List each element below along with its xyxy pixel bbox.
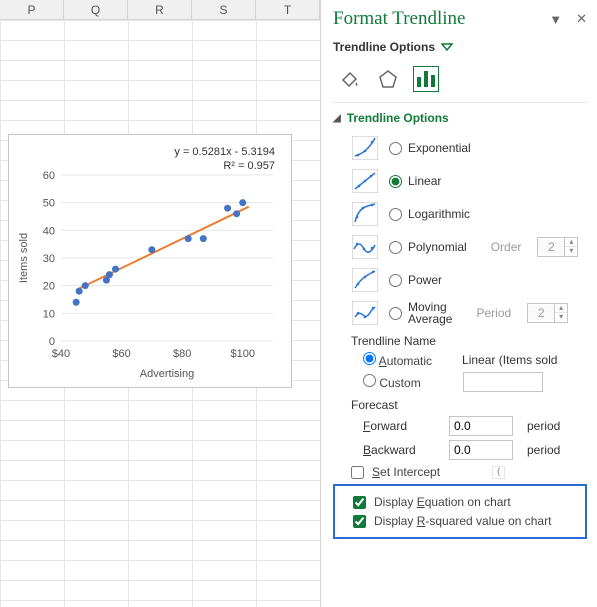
effects-icon[interactable] — [375, 66, 401, 92]
svg-text:$100: $100 — [230, 348, 254, 360]
fill-line-icon[interactable] — [337, 66, 363, 92]
automatic-name-value: Linear (Items sold — [462, 353, 557, 367]
svg-text:20: 20 — [43, 281, 55, 293]
logarithmic-radio[interactable]: Logarithmic — [389, 207, 470, 221]
svg-text:$60: $60 — [112, 348, 130, 360]
moving-average-icon — [351, 300, 379, 326]
grid-cells[interactable]: 0 10 20 30 40 50 60 $40 $60 $80 $100 Advertising Ite… — [0, 20, 320, 607]
svg-text:50: 50 — [43, 198, 55, 210]
polynomial-icon — [351, 234, 379, 260]
power-radio[interactable]: Power — [389, 273, 442, 287]
column-header[interactable]: Q — [64, 0, 128, 19]
forward-input[interactable] — [449, 416, 513, 436]
automatic-radio[interactable]: Automatic — [363, 352, 432, 368]
column-header[interactable]: P — [0, 0, 64, 19]
set-intercept-checkbox[interactable] — [351, 466, 364, 479]
trendline-options-dropdown[interactable]: Trendline Options — [333, 40, 453, 54]
svg-text:60: 60 — [43, 170, 55, 182]
linear-radio[interactable]: Linear — [389, 174, 441, 188]
custom-name-input[interactable] — [463, 372, 543, 392]
display-equation-label: Display Equation on chart — [374, 495, 511, 509]
svg-text:40: 40 — [43, 225, 55, 237]
display-r2-checkbox[interactable] — [353, 515, 366, 528]
polynomial-radio[interactable]: Polynomial — [389, 240, 467, 254]
svg-text:$80: $80 — [173, 348, 191, 360]
period-spinner[interactable]: ▴▾ — [527, 303, 568, 323]
set-intercept-label: Set Intercept — [372, 465, 440, 479]
linear-icon — [351, 168, 379, 194]
pane-dropdown-icon[interactable]: ▼ — [549, 12, 562, 27]
svg-text:Items sold: Items sold — [18, 233, 30, 283]
exponential-radio[interactable]: Exponential — [389, 141, 471, 155]
column-header[interactable]: R — [128, 0, 192, 19]
moving-average-radio[interactable]: MovingAverage — [389, 301, 452, 325]
display-equation-checkbox[interactable] — [353, 496, 366, 509]
logarithmic-icon — [351, 201, 379, 227]
trendline-options-icon[interactable] — [413, 66, 439, 92]
svg-text:y = 0.5281x - 5.3194: y = 0.5281x - 5.3194 — [174, 146, 275, 158]
pane-title: Format Trendline — [333, 8, 465, 30]
svg-text:30: 30 — [43, 253, 55, 265]
svg-text:Advertising: Advertising — [140, 368, 194, 380]
set-intercept-input — [492, 466, 505, 479]
custom-radio[interactable]: Custom — [363, 374, 421, 390]
display-r2-label: Display R-squared value on chart — [374, 514, 551, 528]
trendline-name-label: Trendline Name — [351, 334, 587, 348]
trendline-options-section-header[interactable]: ◢ Trendline Options — [333, 111, 587, 125]
format-trendline-pane: Format Trendline ▼ ✕ Trendline Options ◢… — [320, 0, 597, 607]
svg-text:10: 10 — [43, 308, 55, 320]
svg-text:R² = 0.957: R² = 0.957 — [223, 160, 275, 172]
power-icon — [351, 267, 379, 293]
embedded-chart[interactable]: 0 10 20 30 40 50 60 $40 $60 $80 $100 Advertising Ite… — [8, 134, 292, 388]
exponential-icon — [351, 135, 379, 161]
order-spinner[interactable]: ▴▾ — [537, 237, 578, 257]
spreadsheet-area[interactable]: PQRST 0 10 20 30 40 50 60 $40 $60 $80 $100 Advertis… — [0, 0, 320, 607]
svg-text:0: 0 — [49, 336, 55, 348]
svg-text:$40: $40 — [52, 348, 70, 360]
backward-input[interactable] — [449, 440, 513, 460]
forecast-label: Forecast — [351, 398, 587, 412]
backward-label: Backward — [363, 443, 443, 457]
highlighted-checkboxes: Display Equation on chart Display R-squa… — [333, 484, 587, 539]
close-icon[interactable]: ✕ — [576, 11, 587, 27]
order-label: Order — [491, 240, 522, 254]
collapse-icon: ◢ — [333, 113, 341, 124]
column-header[interactable]: T — [256, 0, 320, 19]
forward-label: Forward — [363, 419, 443, 433]
column-header[interactable]: S — [192, 0, 256, 19]
period-label: Period — [476, 306, 511, 320]
